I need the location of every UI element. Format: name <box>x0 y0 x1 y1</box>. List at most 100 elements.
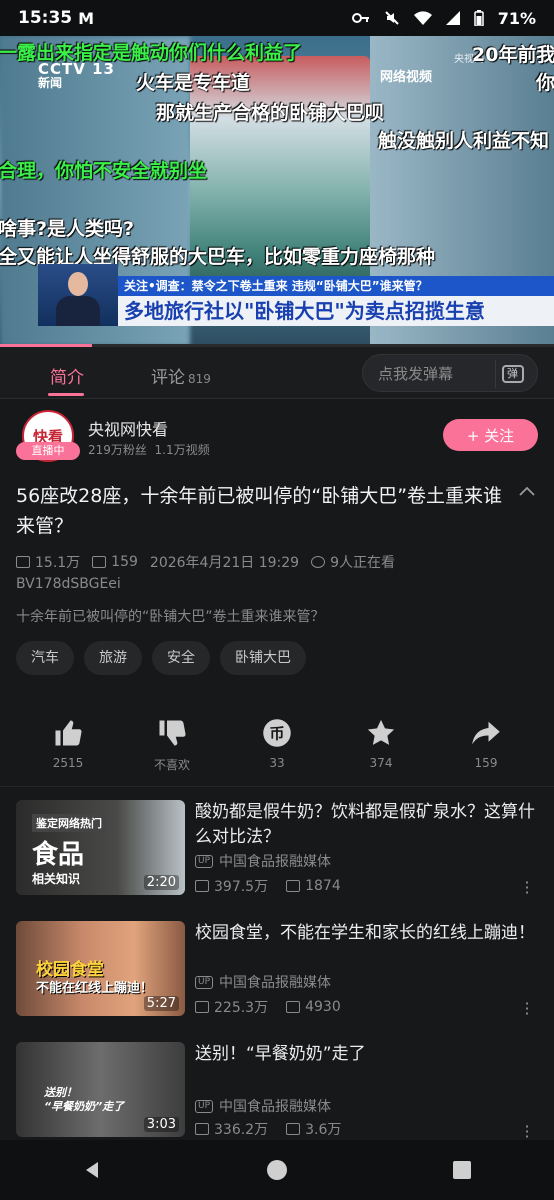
video-description: 十余年前已被叫停的“卧铺大巴”卷土重来谁来管？ <box>16 609 325 625</box>
tab-comments[interactable]: 评论 819 <box>151 363 211 388</box>
system-nav-bar <box>0 1140 554 1200</box>
status-icons: 71% <box>351 9 536 28</box>
related-channel: UP 中国食品报融媒体 <box>195 851 331 871</box>
list-item[interactable]: 校园食堂 不能在红线上蹦迪！ 5:27 校园食堂，不能在学生和家长的红线上蹦迪！… <box>0 909 554 1029</box>
recents-button[interactable] <box>432 1150 492 1190</box>
thumbs-down-icon <box>159 720 186 746</box>
recents-icon <box>452 1161 471 1179</box>
tab-underline <box>48 393 84 396</box>
play-count-icon <box>195 880 209 892</box>
follow-button[interactable]: + 关注 <box>443 419 538 451</box>
tab-intro[interactable]: 简介 <box>50 363 84 388</box>
dislike-label: 不喜欢 <box>153 758 190 772</box>
watching-count: 9人正在看 <box>330 555 395 571</box>
live-badge[interactable]: 直播中 <box>16 442 80 460</box>
chevron-up-icon[interactable] <box>519 484 535 500</box>
divider <box>0 786 554 787</box>
more-options-icon[interactable]: · · · <box>524 1119 530 1145</box>
video-title: 56座改28座，十余年前已被叫停的“卧铺大巴”卷土重来谁来管？ <box>16 485 503 537</box>
fans-count: 219万粉丝 <box>88 443 147 457</box>
danmaku-count-icon <box>286 1123 301 1135</box>
share-count: 159 <box>474 756 498 770</box>
list-item[interactable]: 鉴定网络热门 食品 相关知识 2:20 酸奶都是假牛奶？饮料都是假矿泉水？这算什… <box>0 788 554 908</box>
related-stats: 336.2万 3.6万 <box>195 1119 359 1139</box>
wifi-icon <box>413 11 432 25</box>
tab-bar: 简介 评论 819 点我发弹幕 弹 <box>0 347 554 399</box>
coin-icon: 币 <box>263 719 291 747</box>
thumbs-up-icon <box>55 720 82 746</box>
tag-chip[interactable]: 汽车 <box>16 641 74 675</box>
up-badge: UP <box>195 1099 214 1113</box>
video-stats: 15.1万 159 2026年4月21日 19:29 9人正在看 <box>16 552 407 572</box>
source-label: 网络视频 <box>380 70 433 85</box>
duration: 2:20 <box>143 875 179 890</box>
video-thumbnail[interactable]: 送别！ “早餐奶奶”走了 3:03 <box>16 1042 185 1137</box>
danmaku-comment: 火车是专车道 <box>136 72 251 94</box>
gmail-icon: M <box>78 8 95 28</box>
related-stats: 225.3万 4930 <box>195 997 359 1017</box>
danmaku-count: 159 <box>111 554 138 570</box>
home-button[interactable] <box>247 1150 307 1190</box>
svg-text:币: 币 <box>269 725 284 743</box>
coin-button[interactable]: 币 33 <box>237 712 317 770</box>
danmaku-comment: 啥事?是人类吗? <box>0 218 135 240</box>
dislike-button[interactable]: 不喜欢 <box>132 712 212 773</box>
like-button[interactable]: 2515 <box>28 712 108 770</box>
related-title: 酸奶都是假牛奶？饮料都是假矿泉水？这算什么对比法？ <box>195 802 535 847</box>
share-icon <box>472 721 500 745</box>
action-bar: 2515 不喜欢 币 33 374 159 <box>0 712 554 784</box>
home-icon <box>266 1160 287 1180</box>
tag-chip[interactable]: 安全 <box>152 641 210 675</box>
watching-icon <box>311 556 326 568</box>
like-count: 2515 <box>52 756 84 770</box>
play-count-icon <box>16 556 30 568</box>
danmaku-count-icon <box>286 880 301 892</box>
duration: 3:03 <box>143 1117 179 1132</box>
related-channel: UP 中国食品报融媒体 <box>195 1096 331 1116</box>
danmaku-placeholder: 点我发弹幕 <box>378 364 454 383</box>
tag-chip[interactable]: 卧铺大巴 <box>220 641 306 675</box>
favorite-button[interactable]: 374 <box>341 712 421 770</box>
bv-id: BV178dSBGEei <box>16 576 121 592</box>
view-count: 15.1万 <box>35 555 81 571</box>
up-badge: UP <box>195 854 214 868</box>
status-bar: 15:35 M 71% <box>0 0 554 36</box>
danmaku-comment: 合理，你怕不安全就别坐 <box>0 160 208 182</box>
key-icon <box>351 13 369 23</box>
more-options-icon[interactable]: · · · <box>524 875 530 901</box>
danmaku-comment: 你 <box>536 72 554 94</box>
related-title: 送别！“早餐奶奶”走了 <box>195 1044 366 1064</box>
favorite-count: 374 <box>369 756 393 770</box>
play-count-icon <box>195 1001 209 1013</box>
video-thumbnail[interactable]: 校园食堂 不能在红线上蹦迪！ 5:27 <box>16 921 185 1016</box>
video-thumbnail[interactable]: 鉴定网络热门 食品 相关知识 2:20 <box>16 800 185 895</box>
comments-count: 819 <box>188 372 211 386</box>
video-player[interactable]: CCTV 13 新闻 网络视频 央视网 一露出来指定是触动你们什么利益了 火车是… <box>0 36 554 346</box>
publish-date: 2026年4月21日 19:29 <box>149 555 300 571</box>
danmaku-toggle-icon: 弹 <box>501 365 524 383</box>
back-button[interactable] <box>62 1150 122 1190</box>
danmaku-comment: 一露出来指定是触动你们什么利益了 <box>0 42 303 64</box>
danmaku-comment: 触没触别人利益不知 <box>378 130 550 152</box>
coin-count: 33 <box>269 756 285 770</box>
more-options-icon[interactable]: · · · <box>524 996 530 1022</box>
mute-icon <box>384 11 399 25</box>
danmaku-input[interactable]: 点我发弹幕 弹 <box>362 354 538 392</box>
duration: 5:27 <box>143 996 179 1011</box>
related-channel: UP 中国食品报融媒体 <box>195 972 331 992</box>
tag-chip[interactable]: 旅游 <box>84 641 142 675</box>
video-count: 1.1万视频 <box>154 443 210 457</box>
share-button[interactable]: 159 <box>446 712 526 770</box>
back-icon <box>86 1162 99 1178</box>
news-headline: 多地旅行社以"卧铺大巴"为卖点招揽生意 <box>118 296 554 326</box>
star-icon <box>367 719 395 745</box>
tag-list: 汽车 旅游 安全 卧铺大巴 <box>16 641 306 675</box>
uploader-row: 快看 直播中 央视网快看 219万粉丝 1.1万视频 + 关注 <box>0 400 554 466</box>
danmaku-toggle-button[interactable]: 弹 <box>495 360 529 388</box>
uploader-name[interactable]: 央视网快看 <box>88 416 168 440</box>
battery-icon <box>473 10 484 26</box>
play-count-icon <box>195 1123 209 1135</box>
list-item[interactable]: 送别！ “早餐奶奶”走了 3:03 送别！“早餐奶奶”走了 UP 中国食品报融媒体… <box>0 1030 554 1150</box>
danmaku-count-icon <box>92 556 107 568</box>
news-ticker: 关注•调查：禁令之下卷土重来 违规“卧铺大巴”谁来管？ <box>118 276 554 296</box>
